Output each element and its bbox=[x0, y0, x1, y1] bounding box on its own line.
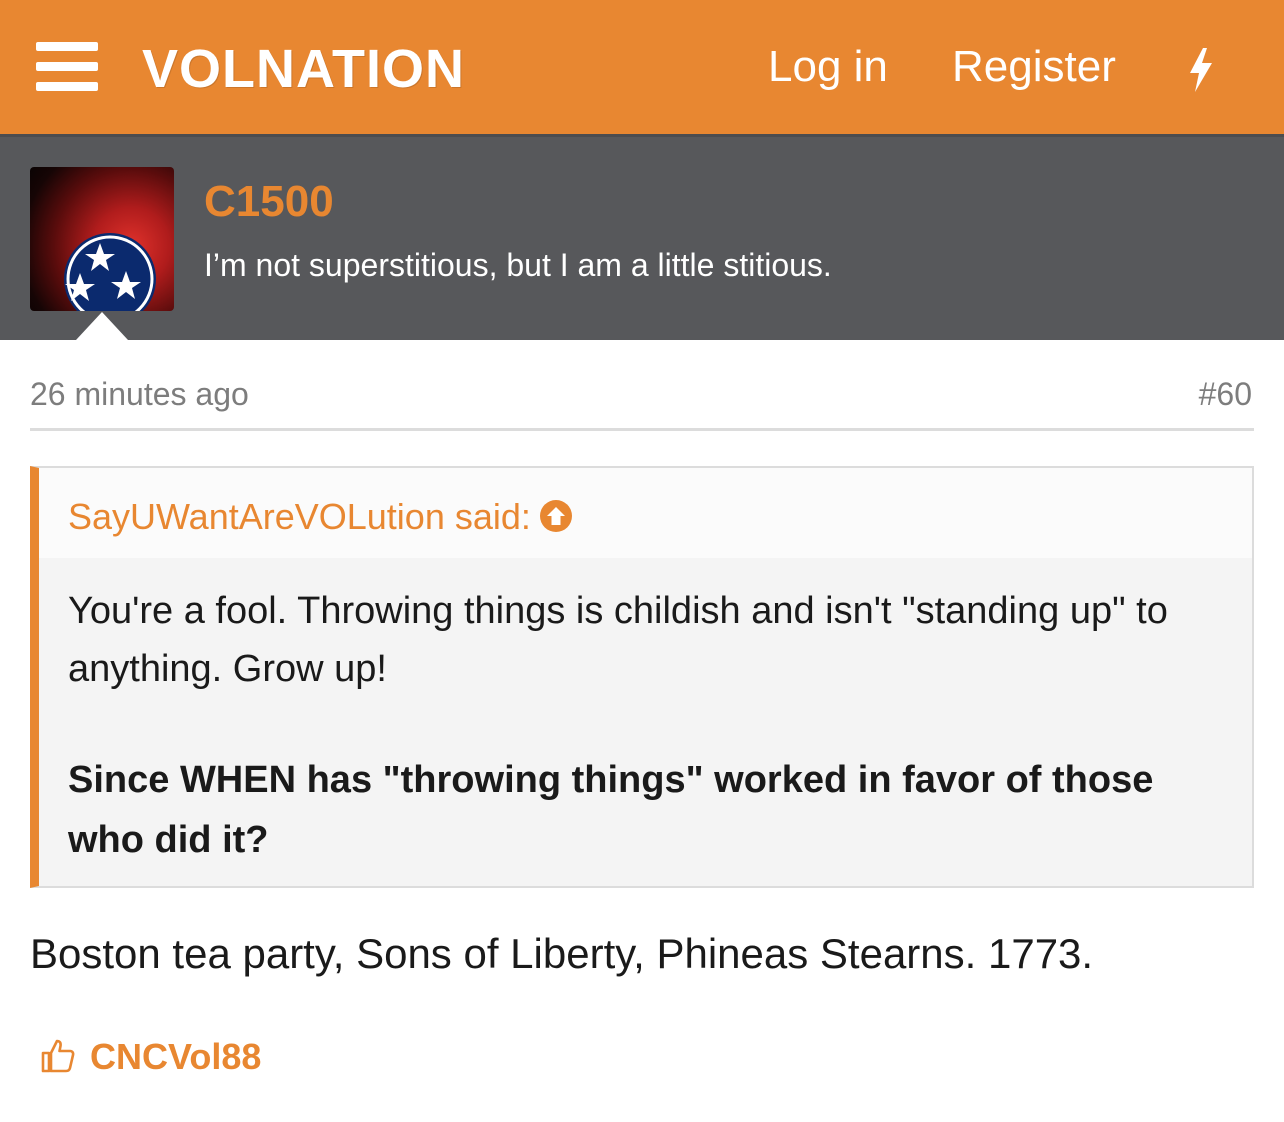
tennessee-tristar-icon bbox=[64, 233, 156, 311]
post-body-text: Boston tea party, Sons of Liberty, Phine… bbox=[30, 930, 1094, 977]
go-to-quote-arrow-icon[interactable] bbox=[539, 499, 573, 533]
hamburger-menu-icon[interactable] bbox=[36, 42, 98, 92]
thumbs-up-icon bbox=[41, 1039, 75, 1073]
quote-bold-text: Since WHEN has "throwing things" worked … bbox=[68, 759, 1154, 861]
like-username[interactable]: CNCVol88 bbox=[90, 1036, 261, 1078]
post-author-banner: C1500 I’m not superstitious, but I am a … bbox=[0, 134, 1284, 340]
quote-block: SayUWantAreVOLution said: You're a fool.… bbox=[30, 466, 1254, 888]
lightning-bolt-icon[interactable] bbox=[1186, 48, 1216, 92]
post-author-title: I’m not superstitious, but I am a little… bbox=[204, 247, 832, 283]
avatar[interactable] bbox=[30, 167, 174, 311]
site-logo[interactable]: VolNation bbox=[142, 38, 465, 99]
register-link[interactable]: Register bbox=[952, 42, 1116, 92]
post-timestamp[interactable]: 26 minutes ago bbox=[30, 376, 249, 413]
divider bbox=[30, 428, 1254, 431]
post-author-username[interactable]: C1500 bbox=[204, 177, 334, 227]
quote-attribution[interactable]: SayUWantAreVOLution said: bbox=[68, 496, 573, 538]
top-navigation-bar: VolNation Log in Register bbox=[0, 0, 1284, 134]
login-link[interactable]: Log in bbox=[768, 42, 888, 92]
banner-pointer bbox=[76, 312, 128, 340]
quote-header: SayUWantAreVOLution said: bbox=[39, 468, 1252, 558]
quote-text: You're a fool. Throwing things is childi… bbox=[68, 590, 1168, 690]
post-number[interactable]: #60 bbox=[1199, 376, 1252, 413]
